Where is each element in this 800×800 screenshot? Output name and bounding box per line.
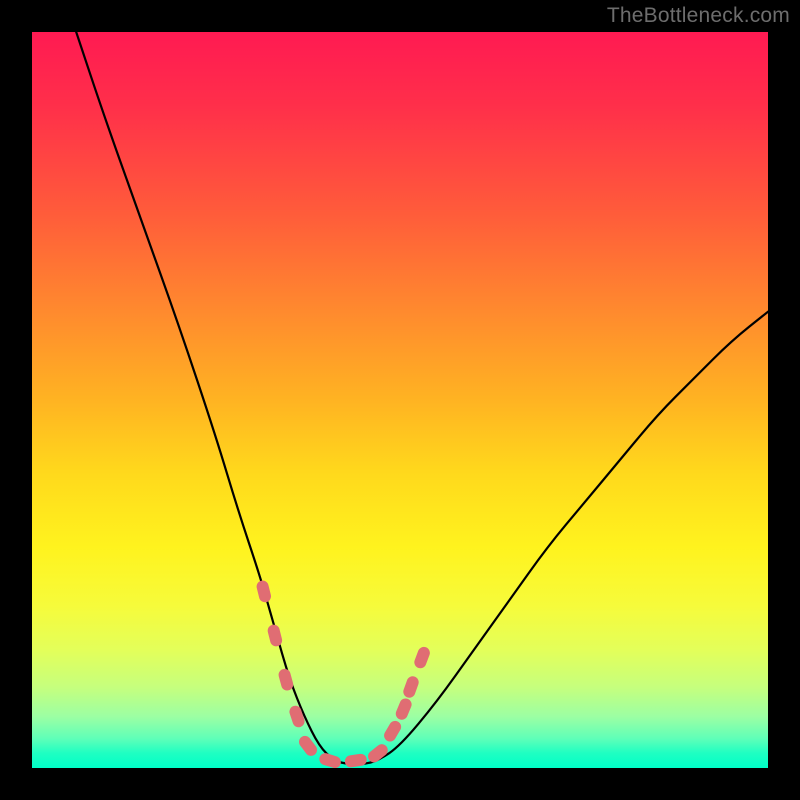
plot-area bbox=[32, 32, 768, 768]
curve-marker bbox=[277, 668, 294, 692]
curve-marker bbox=[402, 675, 421, 700]
bottleneck-curve-svg bbox=[32, 32, 768, 768]
chart-frame: TheBottleneck.com bbox=[0, 0, 800, 800]
curve-marker bbox=[318, 752, 343, 768]
curve-marker bbox=[394, 697, 414, 722]
curve-marker bbox=[255, 579, 272, 603]
curve-marker bbox=[266, 623, 283, 647]
curve-marker bbox=[413, 645, 432, 670]
watermark-text: TheBottleneck.com bbox=[607, 4, 790, 28]
curve-marker bbox=[366, 742, 391, 765]
curve-marker bbox=[288, 704, 306, 729]
curve-marker bbox=[382, 719, 403, 744]
curve-marker bbox=[344, 753, 368, 768]
